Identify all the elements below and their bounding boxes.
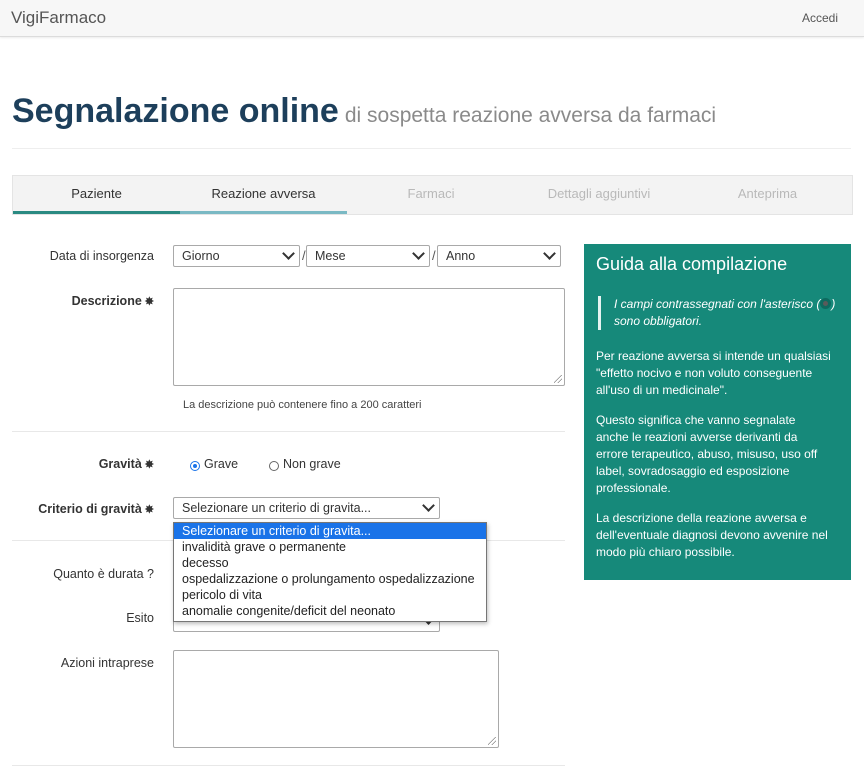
criterion-option[interactable]: ospedalizzazione o prolungamento ospedal…: [174, 571, 486, 587]
required-asterisk-icon: ✸: [144, 296, 154, 308]
month-select-value: Mese: [315, 249, 346, 263]
guide-panel: Guida alla compilazione I campi contrass…: [584, 244, 851, 580]
date-separator: /: [432, 248, 436, 263]
guide-paragraph-1: Per reazione avversa si intende un quals…: [596, 349, 831, 397]
guide-required-note: I campi contrassegnati con l'asterisco (…: [598, 296, 844, 330]
severity-option-grave[interactable]: Grave: [204, 457, 238, 471]
chevron-down-icon: [422, 499, 435, 512]
actions-textarea[interactable]: [173, 650, 499, 748]
criterion-option[interactable]: anomalie congenite/deficit del neonato: [174, 603, 486, 619]
tab-farmaci: Farmaci: [407, 186, 455, 201]
description-label-text: Descrizione: [71, 294, 142, 308]
criterion-dropdown-list[interactable]: Selezionare un criterio di gravita... in…: [173, 522, 487, 622]
tab-dettagli-aggiuntivi: Dettagli aggiuntivi: [547, 186, 651, 201]
onset-date-label: Data di insorgenza: [49, 249, 154, 263]
title-divider: [12, 148, 851, 149]
year-select[interactable]: Anno: [437, 245, 561, 267]
criterion-label-text: Criterio di gravità: [38, 502, 142, 516]
year-select-value: Anno: [446, 249, 476, 263]
page-title-sub: di sospetta reazione avversa da farmaci: [344, 104, 717, 127]
severity-label-text: Gravità: [98, 457, 142, 471]
resize-grip-icon[interactable]: [488, 737, 496, 745]
top-navbar: VigiFarmaco Accedi: [0, 0, 864, 37]
criterion-option[interactable]: pericolo di vita: [174, 587, 486, 603]
required-asterisk-icon: ✸: [144, 459, 154, 471]
description-label: Descrizione ✸: [72, 294, 154, 308]
criterion-select-value: Selezionare un criterio di gravita...: [182, 501, 371, 515]
step-tabs: Paziente Reazione avversa Farmaci Dettag…: [12, 175, 853, 215]
chevron-down-icon: [543, 247, 556, 260]
severity-label: Gravità ✸: [99, 457, 154, 471]
guide-paragraph-3: La descrizione della reazione avversa e …: [596, 511, 828, 559]
outcome-label: Esito: [126, 611, 154, 625]
criterion-label: Criterio di gravità ✸: [38, 502, 154, 516]
tab-reazione-avversa[interactable]: Reazione avversa: [180, 176, 347, 214]
actions-label: Azioni intraprese: [60, 656, 154, 670]
brand-logo[interactable]: VigiFarmaco: [11, 8, 106, 28]
login-link[interactable]: Accedi: [802, 11, 838, 25]
guide-paragraph-2: Questo significa che vanno segnalate anc…: [596, 413, 818, 495]
tab-anteprima: Anteprima: [737, 186, 798, 201]
severity-radio-grave[interactable]: [190, 461, 200, 471]
description-hint: La descrizione può contenere fino a 200 …: [183, 399, 422, 411]
criterion-select[interactable]: Selezionare un criterio di gravita...: [173, 497, 440, 519]
day-select[interactable]: Giorno: [173, 245, 300, 267]
month-select[interactable]: Mese: [306, 245, 430, 267]
guide-title: Guida alla compilazione: [596, 254, 788, 274]
severity-option-non-grave[interactable]: Non grave: [283, 457, 341, 471]
day-select-value: Giorno: [182, 249, 220, 263]
criterion-option[interactable]: decesso: [174, 555, 486, 571]
description-textarea[interactable]: [173, 288, 565, 386]
duration-label: Quanto è durata ?: [53, 567, 154, 581]
required-asterisk-icon: [820, 298, 832, 309]
criterion-option[interactable]: Selezionare un criterio di gravita...: [174, 523, 486, 539]
section-divider: [12, 765, 565, 766]
section-divider: [12, 431, 565, 432]
required-asterisk-icon: ✸: [144, 504, 154, 516]
page-title-main: Segnalazione online: [12, 92, 339, 130]
tab-paziente[interactable]: Paziente: [13, 176, 180, 214]
chevron-down-icon: [282, 247, 295, 260]
criterion-option[interactable]: invalidità grave o permanente: [174, 539, 486, 555]
page-title: Segnalazione online di sospetta reazione …: [12, 92, 716, 131]
chevron-down-icon: [412, 247, 425, 260]
guide-note-before: I campi contrassegnati con l'asterisco (: [614, 297, 821, 311]
severity-radio-non-grave[interactable]: [269, 461, 279, 471]
resize-grip-icon[interactable]: [554, 375, 562, 383]
